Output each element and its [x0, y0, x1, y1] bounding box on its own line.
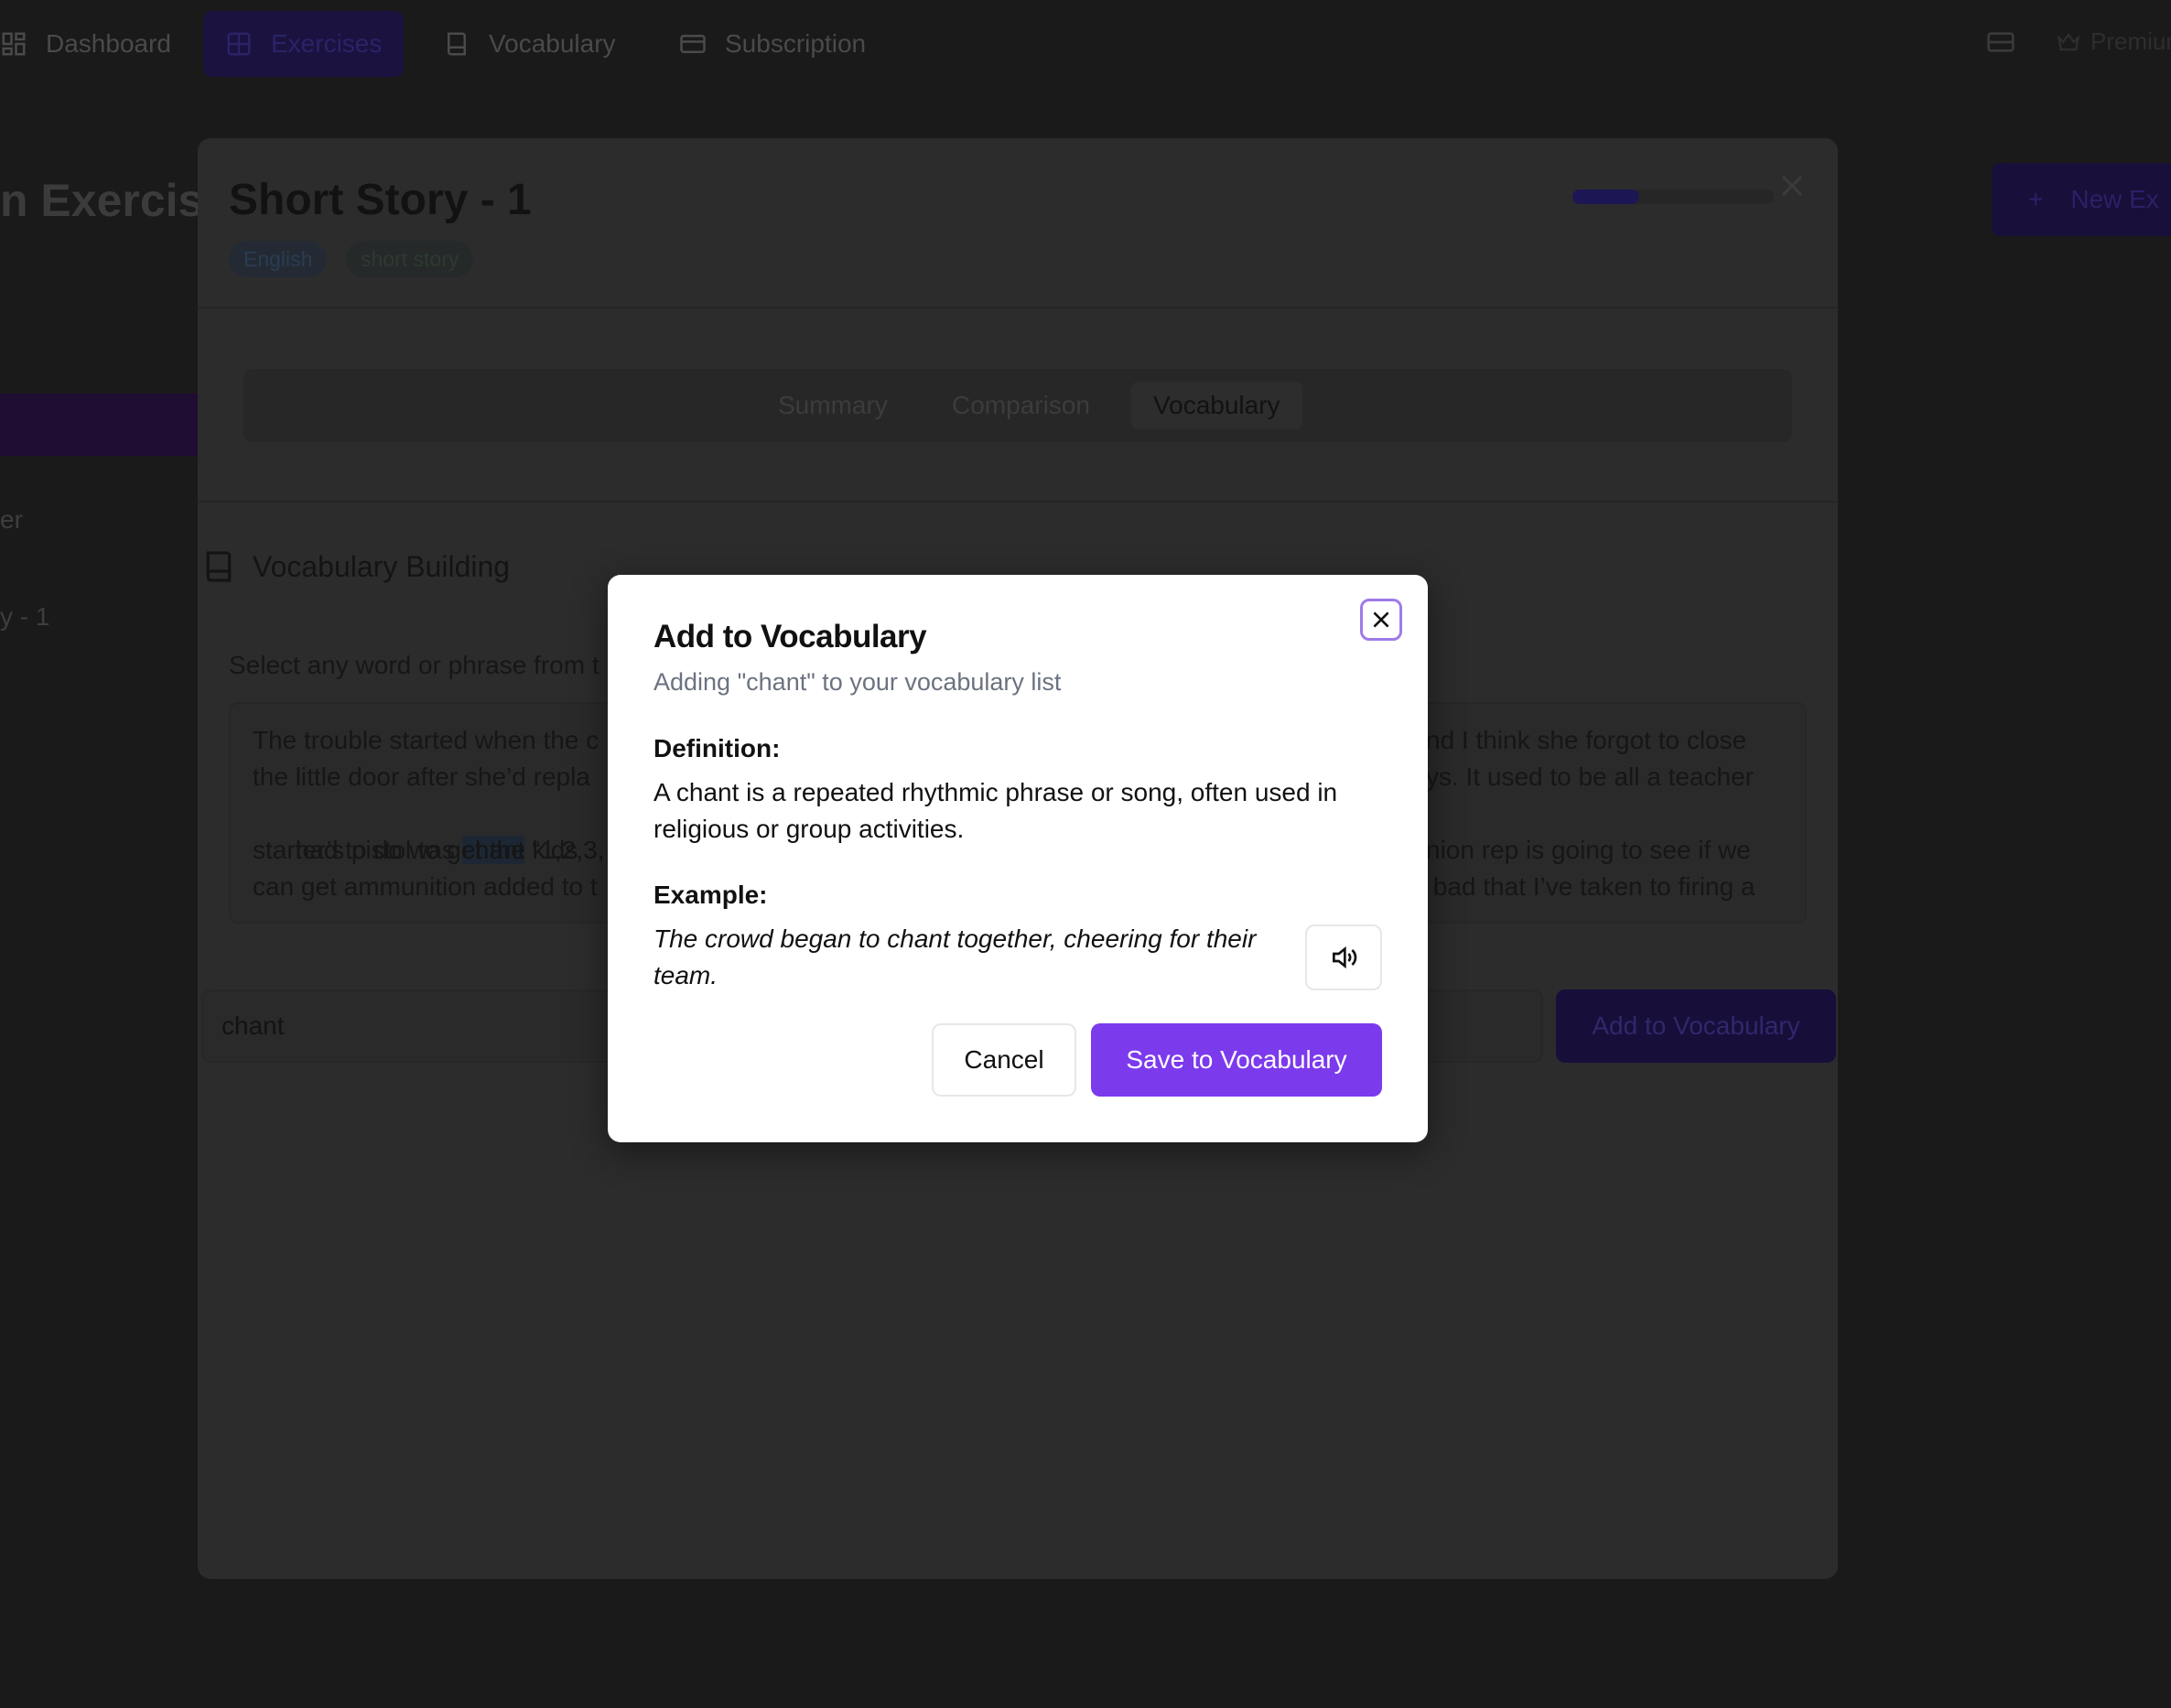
story-line: can get ammunition added to t — [253, 872, 598, 901]
page-title: n Exercise — [0, 175, 230, 226]
tab-summary[interactable]: Summary — [756, 382, 910, 429]
premium-badge[interactable]: Premium — [2056, 27, 2171, 56]
dialog-title: Add to Vocabulary — [653, 619, 927, 654]
example-label: Example: — [653, 881, 768, 909]
new-exercise-button[interactable]: + New Ex — [1992, 163, 2171, 236]
vocab-heading: Vocabulary Building — [203, 548, 510, 585]
nav-subscription-label: Subscription — [725, 29, 867, 58]
story-line: ys. It used to be all a teacher — [1426, 762, 1754, 791]
nav-vocabulary-label: Vocabulary — [489, 29, 616, 58]
story-line: nd I think she forgot to close — [1426, 726, 1747, 754]
pronounce-button[interactable] — [1305, 924, 1382, 990]
definition-text: A chant is a repeated rhythmic phrase or… — [653, 778, 1338, 843]
premium-label: Premium — [2090, 27, 2171, 55]
nav-dashboard[interactable]: Dashboard — [0, 11, 193, 77]
sidebar-item-text[interactable]: er — [0, 505, 23, 535]
book-icon — [206, 551, 232, 582]
progress-label: Progress: 1/3 — [1397, 186, 1550, 214]
cancel-button[interactable]: Cancel — [932, 1023, 1076, 1097]
definition-label: Definition: — [653, 734, 781, 762]
book-icon — [448, 32, 466, 56]
story-line: starter’s pistol to get the kids — [253, 836, 578, 864]
add-vocabulary-dialog: Add to Vocabulary Adding "chant" to your… — [608, 575, 1428, 1142]
tab-vocabulary[interactable]: Vocabulary — [1131, 382, 1302, 429]
story-line: nion rep is going to see if we — [1426, 836, 1751, 864]
new-exercise-label: New Ex — [2070, 185, 2159, 213]
book-open-icon — [227, 32, 251, 56]
save-to-vocabulary-button[interactable]: Save to Vocabulary — [1091, 1023, 1382, 1097]
tag-language: English — [229, 241, 328, 277]
sidebar-item-text[interactable]: y - 1 — [0, 602, 49, 632]
exercise-title: Short Story - 1 — [229, 176, 532, 224]
nav-dashboard-label: Dashboard — [46, 29, 171, 58]
tab-divider — [198, 501, 1838, 503]
story-line: the little door after she’d repla — [253, 762, 590, 791]
speaker-icon — [1333, 946, 1357, 969]
tag-type: short story — [346, 241, 474, 277]
header-divider — [198, 307, 1838, 308]
nav-vocabulary[interactable]: Vocabulary — [421, 11, 638, 77]
nav-exercises-label: Exercises — [271, 29, 383, 58]
vocab-instruction: Select any word or phrase from t — [229, 651, 599, 679]
language-flag-icon[interactable] — [1986, 27, 2015, 57]
tab-bar: Summary Comparison Vocabulary — [243, 369, 1792, 442]
progress-bar-fill — [1572, 189, 1640, 204]
top-navigation: Dashboard Exercises Vocabulary Subscript… — [0, 0, 2171, 88]
plus-icon: + — [2028, 185, 2044, 213]
example-text: The crowd began to chant together, cheer… — [653, 924, 1257, 989]
nav-subscription[interactable]: Subscription — [657, 11, 888, 77]
crown-icon — [2057, 32, 2080, 50]
sidebar-active-item[interactable] — [0, 394, 198, 456]
dashboard-icon — [2, 32, 26, 56]
vocab-heading-text: Vocabulary Building — [253, 549, 511, 583]
credit-card-icon — [680, 35, 706, 53]
tab-comparison[interactable]: Comparison — [930, 382, 1112, 429]
nav-exercises[interactable]: Exercises — [203, 11, 405, 77]
add-to-vocabulary-button[interactable]: Add to Vocabulary — [1556, 989, 1836, 1063]
dialog-close-button[interactable] — [1360, 599, 1402, 641]
dialog-subtitle: Adding "chant" to your vocabulary list — [653, 668, 1062, 696]
story-line: The trouble started when the c — [253, 726, 599, 754]
close-icon — [1373, 611, 1389, 628]
progress-bar — [1572, 189, 1774, 204]
close-icon[interactable] — [1774, 168, 1810, 204]
